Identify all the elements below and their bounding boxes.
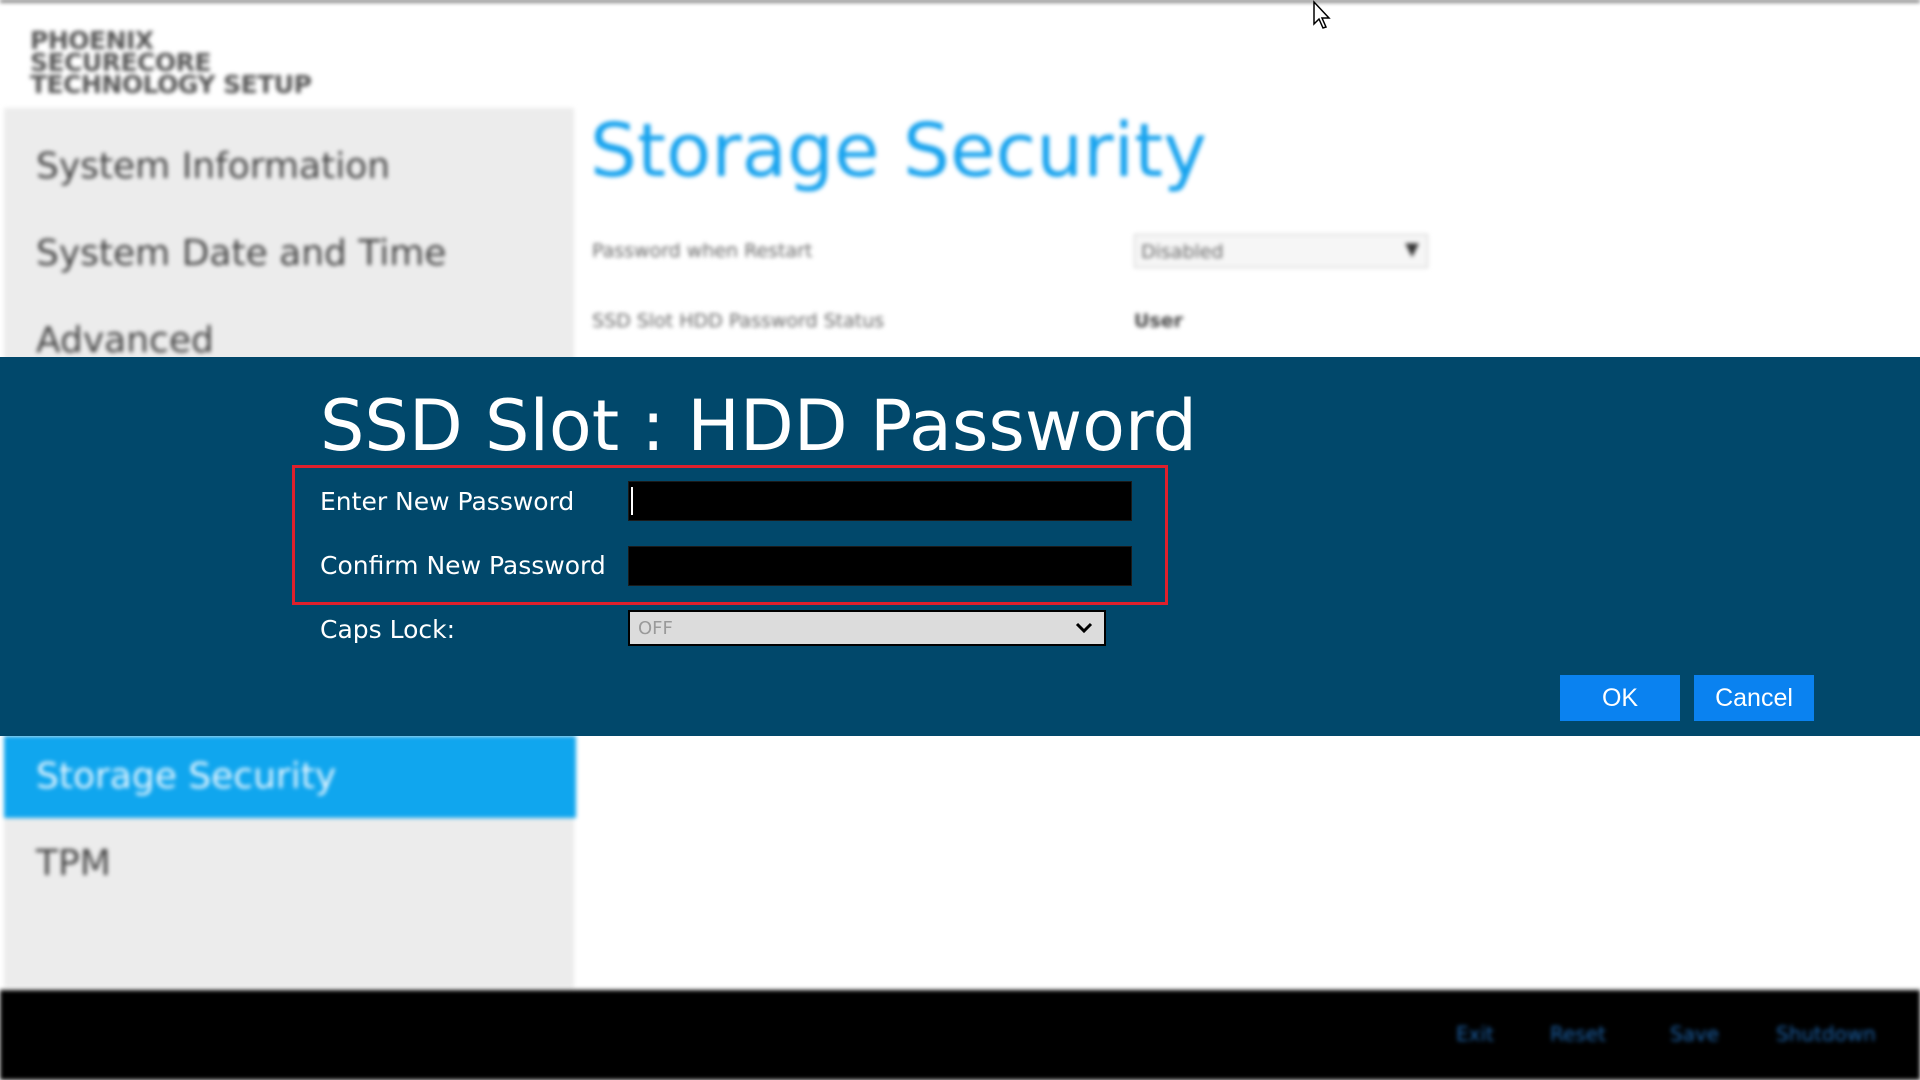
hdd-password-status-value: User xyxy=(1134,310,1183,332)
ok-button[interactable]: OK xyxy=(1560,675,1680,721)
enter-new-password-input[interactable] xyxy=(628,481,1132,521)
mouse-cursor-icon xyxy=(1313,0,1331,29)
password-when-restart-value: Disabled xyxy=(1141,241,1224,263)
caps-lock-value: OFF xyxy=(638,618,673,639)
sidebar-item-label: Storage Security xyxy=(36,756,337,797)
sidebar-item-storage-security[interactable]: Storage Security xyxy=(4,736,576,818)
hdd-password-status-label: SSD Slot HDD Password Status xyxy=(592,310,885,332)
logo-line-1: PHOENIX SECURECORE xyxy=(30,26,212,77)
bottom-bar: Exit Reset Save Shutdown xyxy=(0,990,1920,1080)
shutdown-button[interactable]: Shutdown xyxy=(1776,1022,1876,1046)
password-when-restart-label: Password when Restart xyxy=(592,240,813,262)
logo-line-2: TECHNOLOGY SETUP xyxy=(30,70,312,99)
top-border xyxy=(0,0,1920,2)
confirm-new-password-input[interactable] xyxy=(628,546,1132,586)
sidebar-item-advanced[interactable]: Advanced xyxy=(36,320,214,361)
sidebar-item-system-information[interactable]: System Information xyxy=(36,146,390,187)
sidebar-item-tpm[interactable]: TPM xyxy=(36,843,111,884)
caps-lock-label: Caps Lock: xyxy=(320,615,456,644)
text-caret xyxy=(631,487,633,515)
cancel-button[interactable]: Cancel xyxy=(1694,675,1814,721)
hdd-password-dialog: SSD Slot : HDD Password Enter New Passwo… xyxy=(0,357,1920,736)
page-title: Storage Security xyxy=(590,108,1207,194)
reset-button[interactable]: Reset xyxy=(1550,1022,1606,1046)
enter-new-password-label: Enter New Password xyxy=(320,487,575,516)
password-when-restart-select[interactable]: Disabled ▼ xyxy=(1134,234,1428,268)
chevron-down-icon: ▼ xyxy=(1405,239,1419,260)
confirm-new-password-label: Confirm New Password xyxy=(320,551,606,580)
exit-button[interactable]: Exit xyxy=(1456,1022,1494,1046)
caps-lock-select[interactable]: OFF xyxy=(628,610,1106,646)
save-button[interactable]: Save xyxy=(1670,1022,1719,1046)
bios-setup-screen: PHOENIX SECURECORE TECHNOLOGY SETUP Syst… xyxy=(0,0,1920,1080)
dialog-title: SSD Slot : HDD Password xyxy=(320,385,1197,467)
sidebar-item-system-date-and-time[interactable]: System Date and Time xyxy=(36,233,446,274)
phoenix-logo: PHOENIX SECURECORE TECHNOLOGY SETUP xyxy=(30,26,330,99)
chevron-down-icon xyxy=(1075,622,1093,634)
